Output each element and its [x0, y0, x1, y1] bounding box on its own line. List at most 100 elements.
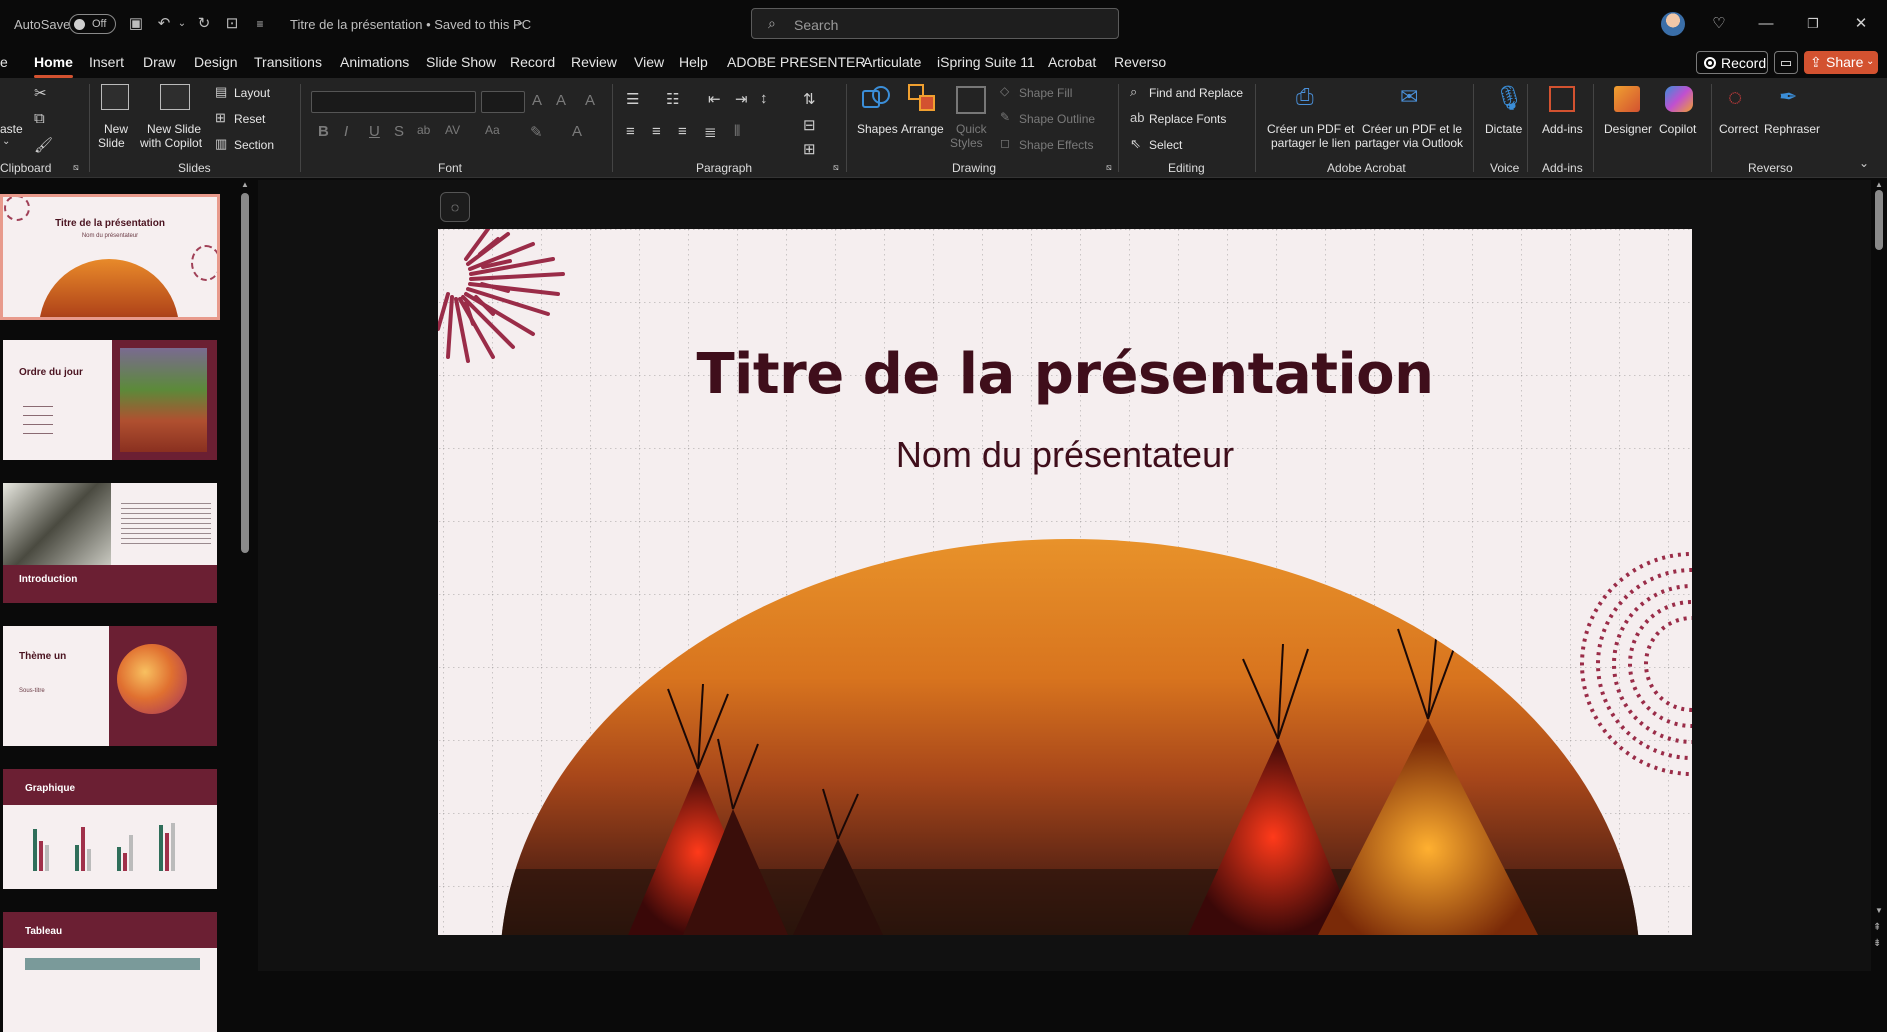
- drawing-launcher-icon[interactable]: ⧅: [1106, 162, 1112, 173]
- tab-adobe-presenter[interactable]: ADOBE PRESENTER: [727, 54, 865, 70]
- bullets-icon[interactable]: ☰: [626, 90, 639, 108]
- new-slide-label-2[interactable]: Slide: [98, 136, 125, 150]
- record-button[interactable]: Record: [1696, 51, 1768, 74]
- thumbnail-slide-3[interactable]: Introduction: [3, 483, 217, 603]
- find-replace-button[interactable]: Find and Replace: [1149, 86, 1243, 100]
- quick-styles-icon[interactable]: [956, 86, 986, 114]
- new-slide-copilot-icon[interactable]: [160, 84, 190, 110]
- addins-button[interactable]: Add-ins: [1542, 122, 1583, 136]
- pdf-link-icon[interactable]: ⎙: [1296, 84, 1314, 110]
- canvas-scroll-up-icon[interactable]: ▲: [1875, 180, 1883, 189]
- align-left-icon[interactable]: ≡: [626, 123, 635, 140]
- slide-subtitle[interactable]: Nom du présentateur: [438, 434, 1692, 476]
- shapes-icon[interactable]: [862, 86, 892, 112]
- tab-insert[interactable]: Insert: [89, 54, 124, 70]
- present-icon[interactable]: ⊡: [222, 14, 242, 34]
- scroll-up-icon[interactable]: ▲: [241, 180, 249, 189]
- lightbulb-icon[interactable]: ♡: [1707, 12, 1731, 36]
- arrange-button[interactable]: Arrange: [901, 122, 944, 136]
- microphone-icon[interactable]: 🎙: [1494, 84, 1524, 113]
- redo-icon[interactable]: ↻: [194, 14, 214, 34]
- clipboard-launcher-icon[interactable]: ⧅: [73, 162, 79, 173]
- restore-icon[interactable]: ❐: [1801, 12, 1825, 36]
- canvas-scroll-down-icon[interactable]: ▼: [1875, 906, 1883, 915]
- select-button[interactable]: Select: [1149, 138, 1182, 152]
- layout-icon[interactable]: ▤: [215, 84, 227, 100]
- new-slide-label[interactable]: New: [104, 122, 128, 136]
- section-icon[interactable]: ▥: [215, 136, 227, 152]
- slide-editor[interactable]: Titre de la présentation Nom du présenta…: [438, 229, 1692, 935]
- align-text-icon[interactable]: ⊟: [803, 116, 816, 134]
- dictate-button[interactable]: Dictate: [1485, 122, 1522, 136]
- line-spacing-icon[interactable]: ↕: [760, 90, 768, 107]
- tab-design[interactable]: Design: [194, 54, 238, 70]
- customize-toolbar-icon[interactable]: ≡: [250, 14, 270, 34]
- autosave-toggle[interactable]: Off: [69, 14, 116, 34]
- highlight-icon[interactable]: ✎: [530, 123, 543, 141]
- font-size-box[interactable]: [481, 91, 525, 113]
- tab-articulate[interactable]: Articulate: [863, 54, 921, 70]
- font-name-box[interactable]: [311, 91, 476, 113]
- canvas-scrollbar[interactable]: [1875, 190, 1883, 250]
- create-pdf-outlook-label-2[interactable]: partager via Outlook: [1355, 136, 1463, 150]
- tab-transitions[interactable]: Transitions: [254, 54, 322, 70]
- char-spacing-icon[interactable]: AV: [445, 123, 460, 137]
- title-dropdown-icon[interactable]: ⌄: [515, 14, 525, 28]
- designer-icon[interactable]: [1614, 86, 1640, 112]
- format-painter-icon[interactable]: 🖌: [34, 136, 53, 154]
- tab-home[interactable]: Home: [34, 54, 73, 78]
- section-button[interactable]: Section: [234, 138, 274, 152]
- tab-animations[interactable]: Animations: [340, 54, 409, 70]
- justify-icon[interactable]: ≣: [704, 123, 717, 141]
- shape-effects-icon[interactable]: ◻: [1000, 136, 1010, 150]
- thumbnail-slide-6[interactable]: Tableau: [3, 912, 217, 1032]
- numbering-icon[interactable]: ☷: [666, 90, 679, 108]
- shape-outline-button[interactable]: Shape Outline: [1019, 112, 1095, 126]
- tab-help[interactable]: Help: [679, 54, 708, 70]
- find-icon[interactable]: ⌕: [1130, 84, 1137, 100]
- correct-button[interactable]: Correct: [1719, 122, 1758, 136]
- new-slide-icon[interactable]: [101, 84, 129, 110]
- shape-outline-icon[interactable]: ✎: [1000, 110, 1010, 124]
- create-pdf-link-label[interactable]: Créer un PDF et: [1267, 122, 1354, 136]
- designer-button[interactable]: Designer: [1604, 122, 1652, 136]
- smartart-icon[interactable]: ⊞: [803, 140, 816, 158]
- bold-icon[interactable]: B: [318, 123, 329, 140]
- align-right-icon[interactable]: ≡: [678, 123, 687, 140]
- select-icon[interactable]: ⇖: [1130, 136, 1141, 152]
- slide-title[interactable]: Titre de la présentation: [438, 342, 1692, 407]
- paste-label[interactable]: aste: [0, 122, 23, 136]
- tab-slide-show[interactable]: Slide Show: [426, 54, 496, 70]
- copilot-icon[interactable]: [1665, 86, 1693, 112]
- tab-file-partial[interactable]: e: [0, 54, 8, 70]
- tab-ispring[interactable]: iSpring Suite 11: [937, 54, 1035, 70]
- document-title[interactable]: Titre de la présentation • Saved to this…: [290, 17, 531, 32]
- font-color-icon[interactable]: A: [572, 123, 582, 140]
- replace-fonts-icon[interactable]: ab: [1130, 110, 1144, 125]
- align-center-icon[interactable]: ≡: [652, 123, 661, 140]
- new-slide-copilot-label-2[interactable]: with Copilot: [140, 136, 202, 150]
- rephraser-icon[interactable]: ✒: [1779, 84, 1797, 110]
- shadow-icon[interactable]: S: [394, 123, 404, 140]
- next-slide-icon[interactable]: ⇟: [1873, 938, 1881, 949]
- thumbnails-scrollbar[interactable]: [241, 193, 249, 553]
- italic-icon[interactable]: I: [344, 123, 348, 140]
- layout-button[interactable]: Layout: [234, 86, 270, 100]
- minimize-icon[interactable]: —: [1754, 12, 1778, 36]
- undo-dropdown-icon[interactable]: ⌄: [176, 14, 188, 34]
- shape-fill-icon[interactable]: ◇: [1000, 84, 1009, 98]
- prev-slide-icon[interactable]: ⇞: [1873, 922, 1881, 933]
- create-pdf-link-label-2[interactable]: partager le lien: [1271, 136, 1350, 150]
- tab-reverso[interactable]: Reverso: [1114, 54, 1166, 70]
- arrange-icon[interactable]: [908, 84, 938, 114]
- shape-effects-button[interactable]: Shape Effects: [1019, 138, 1094, 152]
- replace-fonts-button[interactable]: Replace Fonts: [1149, 112, 1226, 126]
- avatar[interactable]: [1661, 12, 1685, 36]
- paste-dropdown-icon[interactable]: ⌄: [2, 136, 10, 147]
- tab-draw[interactable]: Draw: [143, 54, 176, 70]
- thumbnail-slide-5[interactable]: Graphique: [3, 769, 217, 889]
- collapse-ribbon-icon[interactable]: ⌄: [1859, 156, 1869, 170]
- clear-formatting-icon[interactable]: A: [585, 92, 595, 109]
- tab-record[interactable]: Record: [510, 54, 555, 70]
- correct-icon[interactable]: ◌: [1728, 84, 1742, 112]
